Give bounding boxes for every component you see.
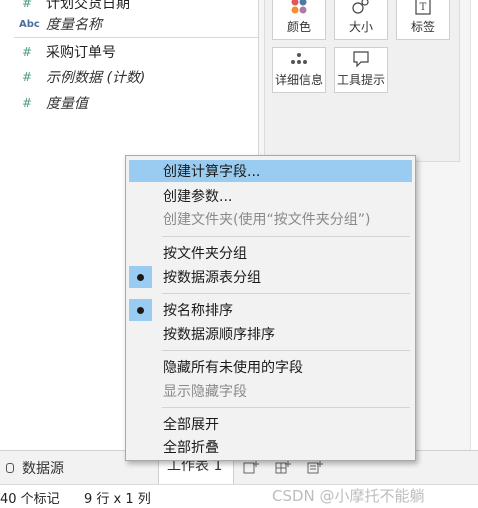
field-item-measure-values[interactable]: # 度量值: [0, 92, 258, 114]
menu-item-label: 按数据源顺序排序: [163, 327, 275, 343]
tooltip-icon: [351, 50, 371, 68]
date-field-icon: #: [22, 0, 33, 10]
menu-item-sort-by-name[interactable]: 按名称排序: [129, 299, 412, 321]
menu-item-label: 隐藏所有未使用的字段: [163, 360, 303, 376]
right-pane-edge: [470, 0, 478, 455]
field-label: 度量名称: [46, 17, 102, 33]
status-bar: 40 个标记 9 行 x 1 列 CSDN @小摩托不能躺: [0, 484, 478, 508]
tooltip-button[interactable]: 工具提示: [334, 47, 388, 93]
field-item[interactable]: # 计划交货日期: [0, 0, 258, 14]
color-icon: [289, 0, 309, 15]
radio-check-icon: [129, 299, 152, 321]
menu-item-label: 创建文件夹(使用“按文件夹分组”): [163, 212, 371, 228]
status-rows-cols: 9 行 x 1 列: [84, 492, 151, 507]
detail-icon: [289, 50, 309, 68]
size-icon: [351, 0, 371, 15]
field-label: 采购订单号: [46, 45, 116, 61]
size-button[interactable]: 大小: [334, 0, 388, 40]
menu-separator: [162, 236, 410, 237]
menu-item-create-calculated-field[interactable]: 创建计算字段...: [129, 160, 412, 182]
field-item-record-count[interactable]: # 示例数据 (计数): [0, 66, 258, 88]
number-field-icon: #: [22, 45, 33, 59]
status-marks-count: 40 个标记: [0, 492, 60, 507]
menu-item-collapse-all[interactable]: 全部折叠: [129, 436, 412, 458]
svg-text:T: T: [420, 2, 427, 13]
marks-card: 颜色 大小 T 标签 详细信息 工具提示: [264, 0, 460, 162]
field-label: 计划交货日期: [46, 0, 130, 12]
menu-item-create-parameter[interactable]: 创建参数...: [129, 185, 412, 207]
menu-item-label: 全部折叠: [163, 440, 219, 456]
context-menu: 创建计算字段... 创建参数... 创建文件夹(使用“按文件夹分组”) 按文件夹…: [125, 155, 416, 461]
field-label: 度量值: [46, 96, 88, 112]
new-sheet-icon[interactable]: [242, 459, 260, 475]
field-item-po-number[interactable]: # 采购订单号: [0, 41, 258, 63]
menu-item-group-by-folder[interactable]: 按文件夹分组: [129, 242, 412, 264]
label-button[interactable]: T 标签: [396, 0, 450, 40]
field-item-measure-names[interactable]: Abc 度量名称: [0, 13, 258, 35]
watermark: CSDN @小摩托不能躺: [272, 487, 425, 505]
menu-item-show-hidden-fields: 显示隐藏字段: [129, 380, 412, 402]
menu-item-sort-by-datasource-order[interactable]: 按数据源顺序排序: [129, 323, 412, 345]
new-story-icon[interactable]: [306, 459, 324, 475]
number-field-icon: #: [22, 96, 33, 110]
menu-item-label: 按文件夹分组: [163, 246, 247, 262]
number-field-icon: #: [22, 70, 33, 84]
menu-item-hide-unused-fields[interactable]: 隐藏所有未使用的字段: [129, 356, 412, 378]
menu-separator: [162, 350, 410, 351]
pane-divider: [14, 37, 258, 38]
radio-check-icon: [129, 266, 152, 288]
tooltip-button-label: 工具提示: [336, 73, 385, 87]
datasource-tab-label: 数据源: [22, 461, 64, 477]
menu-separator: [162, 293, 410, 294]
detail-button-label: 详细信息: [274, 73, 323, 87]
menu-item-label: 创建参数...: [163, 189, 233, 205]
color-button-label: 颜色: [286, 20, 311, 34]
menu-item-label: 显示隐藏字段: [163, 384, 247, 400]
menu-separator: [162, 407, 410, 408]
menu-item-label: 按数据源表分组: [163, 270, 261, 286]
new-dashboard-icon[interactable]: [274, 459, 292, 475]
detail-button[interactable]: 详细信息: [272, 47, 326, 93]
menu-item-group-by-datasource-table[interactable]: 按数据源表分组: [129, 266, 412, 288]
size-button-label: 大小: [348, 20, 373, 34]
datasource-icon: [6, 463, 14, 473]
menu-item-expand-all[interactable]: 全部展开: [129, 413, 412, 435]
label-icon: T: [413, 0, 433, 15]
color-button[interactable]: 颜色: [272, 0, 326, 40]
menu-item-label: 按名称排序: [163, 303, 233, 319]
menu-item-label: 全部展开: [163, 417, 219, 433]
field-label: 示例数据 (计数): [46, 70, 146, 86]
menu-item-create-folder: 创建文件夹(使用“按文件夹分组”): [129, 208, 412, 230]
label-button-label: 标签: [410, 20, 435, 34]
string-field-icon: Abc: [19, 18, 40, 30]
menu-item-label: 创建计算字段...: [163, 164, 261, 180]
